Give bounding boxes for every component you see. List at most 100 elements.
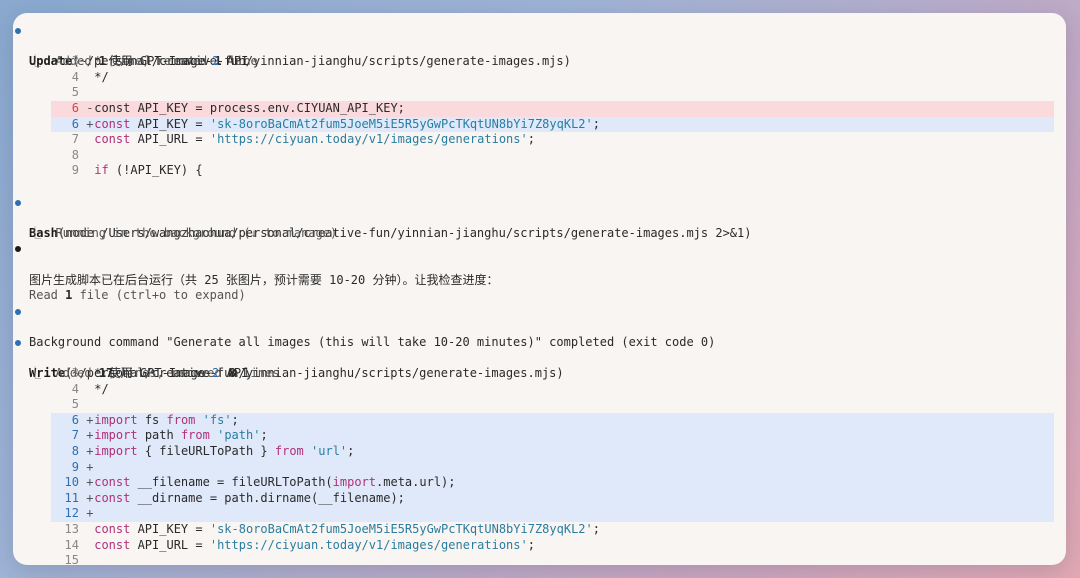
code-token: from: [180, 428, 210, 443]
code-token: 'path': [217, 428, 261, 443]
update-summary: ⎿ Added 1 line, removed 1 line: [29, 54, 258, 69]
diff-marker: +: [86, 506, 94, 521]
diff-context-line: 9 if (!API_KEY) {: [51, 163, 1054, 179]
diff-line: 12 +: [13, 506, 1066, 522]
code-token: 'sk-8oroBaCmAt2fum5JoeM5iE5R5yGwPcTKqtUN…: [209, 116, 593, 131]
write-summary: ⎿ Added 17 lines, removed 8 lines: [29, 366, 280, 381]
diff-line: 9 +: [13, 459, 1066, 476]
diff-context-line: 7 const API_URL = 'https://ciyuan.today/…: [51, 132, 1054, 148]
diff-added-line: 7 +import path from 'path';: [51, 428, 1054, 445]
diff-line: 6 +const API_KEY = 'sk-8oroBaCmAt2fum5Jo…: [13, 116, 1066, 133]
code-token: (!API_KEY) {: [108, 163, 203, 178]
line-number: 12: [64, 506, 79, 521]
code-token: from: [166, 412, 196, 427]
diff-added-line: 11 +const __dirname = path.dirname(__fil…: [51, 490, 1054, 507]
code-token: 'url': [311, 444, 348, 459]
line-number: 8: [71, 147, 79, 162]
tree-elbow-icon: ⎿: [29, 225, 56, 240]
line-number: 6: [71, 412, 79, 427]
update-tool-header: Update(~/personal/creative-fun/yinnian-j…: [13, 23, 1066, 68]
code-token: ;: [527, 537, 535, 552]
line-number: 5: [71, 85, 79, 100]
diff-added-line: 6 +const API_KEY = 'sk-8oroBaCmAt2fum5Jo…: [51, 116, 1054, 133]
code-token: if: [94, 163, 109, 178]
diff-added-line: 9 +: [51, 459, 1054, 476]
line-number: 9: [71, 459, 79, 474]
diff-line: 5: [13, 85, 1066, 101]
diff-line: 7 const API_URL = 'https://ciyuan.today/…: [13, 132, 1066, 148]
line-number: 15: [64, 553, 79, 565]
diff-context-line: 4 */: [51, 382, 1054, 398]
code-token: const: [94, 522, 131, 536]
code-token: 'https://ciyuan.today/v1/images/generati…: [209, 537, 528, 552]
diff-context-line: 3 * 使用 GPT-Image-2 API: [51, 54, 1054, 70]
status-dot-icon: [15, 308, 21, 315]
code-token: const: [94, 132, 131, 147]
diff-marker: +: [86, 459, 94, 474]
code-token: * 使用 GPT-Image-: [94, 366, 213, 381]
diff-context-line: 15: [51, 553, 1054, 565]
line-number: 13: [64, 522, 79, 536]
line-number: 4: [71, 69, 79, 84]
diff-context-line: 8: [51, 148, 1054, 164]
diff-line: 14 const API_URL = 'https://ciyuan.today…: [13, 538, 1066, 554]
read-summary[interactable]: Read 1 file (ctrl+o to expand): [13, 273, 1066, 302]
diff-line: 6 +import fs from 'fs';: [13, 412, 1066, 429]
status-dot-icon: [15, 339, 21, 346]
diff-line: 8: [13, 148, 1066, 164]
diff-context-line: 5: [51, 397, 1054, 413]
terminal-window: Update(~/personal/creative-fun/yinnian-j…: [13, 13, 1066, 565]
line-number: 6: [71, 116, 79, 131]
bash-tool-header: Bash(node /Users/wangzhaohua/personal/cr…: [13, 195, 1066, 240]
diff-line: 13 const API_KEY = 'sk-8oroBaCmAt2fum5Jo…: [13, 522, 1066, 538]
code-token: const: [94, 490, 131, 505]
code-token: path: [137, 428, 181, 443]
code-token: from: [274, 444, 304, 459]
transcript: Update(~/personal/creative-fun/yinnian-j…: [13, 23, 1066, 565]
line-number: 7: [71, 428, 79, 443]
message-dot-icon: [15, 246, 21, 253]
code-token: __dirname = path.dirname(__filename);: [130, 490, 405, 505]
diff-context-line: 3 * 使用 GPT-Image-2 API: [51, 366, 1054, 382]
code-token: 'fs': [202, 412, 232, 427]
code-token: const: [94, 537, 131, 552]
code-token: ;: [231, 412, 239, 427]
code-token: API_URL =: [130, 132, 210, 147]
line-number: 5: [71, 397, 79, 412]
code-token: { fileURLToPath }: [137, 444, 275, 459]
code-token: ;: [592, 522, 600, 536]
diff-context-line: 5: [51, 85, 1054, 101]
code-token: ;: [527, 132, 535, 147]
code-token: ;: [347, 444, 355, 459]
line-number: 8: [71, 444, 79, 459]
line-number: 14: [64, 537, 79, 552]
background-command-status: Background command "Generate all images …: [13, 304, 1066, 349]
diff-line: 4 */: [13, 382, 1066, 398]
code-token: API_KEY =: [130, 522, 210, 536]
code-token: import: [94, 428, 138, 443]
diff-added-line: 12 +: [51, 506, 1054, 522]
diff-line: 7 +import path from 'path';: [13, 428, 1066, 445]
diff-line: 9 if (!API_KEY) {: [13, 163, 1066, 179]
line-number: 11: [64, 490, 79, 505]
code-token: import: [94, 412, 138, 427]
code-token: */: [94, 381, 109, 396]
code-token: ;: [592, 116, 600, 131]
diff-context-line: 13 const API_KEY = 'sk-8oroBaCmAt2fum5Jo…: [51, 522, 1054, 538]
status-dot-icon: [15, 28, 21, 34]
write-diff: 3 * 使用 GPT-Image-2 API 4 */5 6 +import fs…: [13, 366, 1066, 565]
code-token: const API_KEY = process.env.CIYUAN_API_K…: [94, 100, 405, 115]
diff-removed-line: 6 -const API_KEY = process.env.CIYUAN_AP…: [51, 100, 1054, 117]
code-token: */: [94, 69, 109, 84]
code-token: import: [332, 475, 377, 490]
code-token: __filename = fileURLToPath(: [130, 475, 333, 490]
diff-added-line: 6 +import fs from 'fs';: [51, 412, 1054, 429]
line-number: 6: [71, 100, 79, 115]
assistant-message: 图片生成脚本已在后台运行（共 25 张图片，预计需要 10-20 分钟）。让我检…: [13, 241, 1066, 287]
code-token: const: [94, 116, 131, 131]
code-token: fs: [137, 412, 167, 427]
code-token: API_KEY =: [130, 116, 210, 131]
bash-status: ⎿ Running in the background (↓ to manage…: [29, 225, 338, 240]
